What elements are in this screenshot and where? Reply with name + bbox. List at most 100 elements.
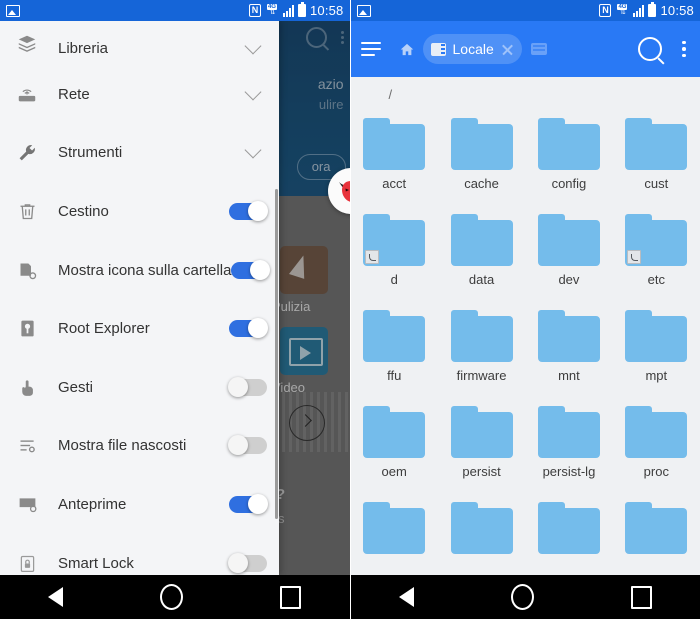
- folder-item[interactable]: cust: [613, 111, 700, 207]
- hamburger-icon[interactable]: [360, 42, 381, 56]
- folder-item[interactable]: etc: [613, 207, 700, 303]
- folder-label: ffu: [387, 368, 402, 383]
- folder-item[interactable]: persist-lg: [525, 399, 612, 495]
- folder-icon: [450, 214, 513, 266]
- folder-item[interactable]: mnt: [525, 303, 612, 399]
- folder-label: acct: [382, 176, 407, 191]
- add-tab-icon[interactable]: [530, 43, 547, 55]
- folder-icon: [625, 502, 688, 554]
- drawer-item-label: Root Explorer: [58, 320, 150, 338]
- toggle-smart-lock[interactable]: [228, 552, 267, 573]
- drawer-scrollbar[interactable]: [275, 189, 278, 519]
- folder-icon: [537, 118, 600, 170]
- folder-label: oem: [381, 464, 407, 479]
- lock-icon: [14, 550, 40, 575]
- status-bar-left-icons: [6, 4, 20, 17]
- chevron-down-icon[interactable]: [244, 37, 262, 55]
- folder-item[interactable]: ffu: [351, 303, 438, 399]
- folder-icon: [450, 406, 513, 458]
- close-icon[interactable]: [501, 43, 514, 56]
- folder-label: mpt: [645, 368, 668, 383]
- breadcrumb[interactable]: /: [351, 77, 700, 111]
- drawer-item-strumenti[interactable]: Strumenti: [0, 124, 279, 183]
- recents-square-icon[interactable]: [280, 585, 302, 609]
- folder-item[interactable]: [613, 495, 700, 575]
- folder-item[interactable]: acct: [351, 111, 438, 207]
- status-bar-right: N 4G ⇅ 10:58: [350, 0, 700, 21]
- folder-icon: [450, 502, 513, 554]
- search-icon[interactable]: [638, 37, 663, 61]
- home-circle-icon[interactable]: [160, 584, 184, 610]
- drawer-item-smart-lock[interactable]: Smart Lock: [0, 534, 279, 575]
- folder-icon: [537, 214, 600, 266]
- folder-item[interactable]: cache: [438, 111, 525, 207]
- chevron-down-icon[interactable]: [244, 83, 262, 101]
- status-bar-right-icons: N 4G ⇅ 10:58: [248, 2, 344, 17]
- drawer-item-cestino[interactable]: Cestino: [0, 182, 279, 241]
- home-icon[interactable]: [399, 42, 415, 57]
- folder-icon: [537, 502, 600, 554]
- folder-item[interactable]: oem: [351, 399, 438, 495]
- toggle-cestino[interactable]: [229, 200, 268, 221]
- chevron-down-icon[interactable]: [244, 141, 262, 159]
- right-phone-screen: N 4G ⇅ 10:58 Locale / acct cache config …: [349, 0, 700, 619]
- folder-label: dev: [558, 272, 580, 287]
- folder-icon: [363, 214, 426, 266]
- home-circle-icon[interactable]: [510, 584, 534, 610]
- tab-locale[interactable]: Locale: [422, 34, 522, 64]
- folder-item[interactable]: persist: [438, 399, 525, 495]
- drawer-item-label: Libreria: [58, 40, 109, 57]
- drawer-item-root-explorer[interactable]: Root Explorer: [0, 299, 279, 358]
- mobile-data-4g-icon: 4G ⇅: [265, 4, 279, 17]
- toggle-anteprime[interactable]: [229, 493, 268, 514]
- folder-grid: acct cache config cust d data dev etc ffu firmwar…: [351, 111, 700, 575]
- folder-item[interactable]: [351, 495, 438, 575]
- drawer-item-label: Smart Lock: [58, 554, 134, 572]
- folder-item[interactable]: d: [351, 207, 438, 303]
- folder-label: persist: [462, 464, 501, 479]
- hand-tap-icon: [14, 374, 40, 400]
- folder-icon: [450, 118, 513, 170]
- folder-item[interactable]: [525, 495, 612, 575]
- back-triangle-icon[interactable]: [398, 587, 414, 607]
- folder-icon: [625, 406, 688, 458]
- drawer-item-anteprime[interactable]: Anteprime: [0, 475, 279, 534]
- status-bar-right-icons: N 4G ⇅ 10:58: [599, 2, 694, 17]
- folder-item[interactable]: config: [525, 111, 612, 207]
- folder-item[interactable]: proc: [613, 399, 700, 495]
- drawer-item-rete[interactable]: Rete: [0, 65, 279, 124]
- toggle-root-explorer[interactable]: [229, 318, 268, 339]
- folder-icon: [363, 310, 426, 362]
- drawer-item-label: Cestino: [58, 202, 109, 220]
- folder-item[interactable]: dev: [525, 207, 612, 303]
- left-phone-screen: N 4G ⇅ 10:58 azio ulire ora Pulizia Vide…: [0, 0, 350, 619]
- photo-icon: [356, 4, 371, 17]
- data-arrows-icon: ⇅: [269, 9, 276, 16]
- folder-item[interactable]: mpt: [613, 303, 700, 399]
- toggle-mostra-file-nascosti[interactable]: [228, 435, 267, 456]
- nfc-icon: N: [248, 4, 261, 17]
- toggle-gesti[interactable]: [228, 376, 267, 397]
- overflow-menu-icon[interactable]: [682, 40, 686, 58]
- back-triangle-icon[interactable]: [48, 587, 64, 607]
- folder-item[interactable]: firmware: [438, 303, 525, 399]
- recents-square-icon[interactable]: [630, 585, 652, 609]
- folder-item[interactable]: data: [438, 207, 525, 303]
- list-settings-icon: [14, 433, 40, 459]
- toggle-mostra-icona-cartella[interactable]: [231, 259, 271, 280]
- drawer-item-gesti[interactable]: Gesti: [0, 358, 279, 417]
- folder-label: persist-lg: [542, 464, 596, 479]
- screenshot-root: N 4G ⇅ 10:58 azio ulire ora Pulizia Vide…: [0, 0, 700, 619]
- drawer-item-mostra-icona-cartella[interactable]: Mostra icona sulla cartella: [0, 241, 279, 300]
- folder-badge-icon: [14, 257, 40, 283]
- folder-item[interactable]: [438, 495, 525, 575]
- wrench-icon: [14, 140, 40, 166]
- photo-icon: [6, 4, 20, 17]
- drawer-item-mostra-file-nascosti[interactable]: Mostra file nascosti: [0, 417, 279, 476]
- folder-icon: [363, 406, 426, 458]
- drawer-item-libreria[interactable]: Libreria: [0, 21, 279, 65]
- nav-bar-left: [0, 575, 350, 619]
- folder-label: config: [551, 176, 587, 191]
- app-bar-actions: [638, 37, 690, 61]
- folder-icon: [537, 310, 600, 362]
